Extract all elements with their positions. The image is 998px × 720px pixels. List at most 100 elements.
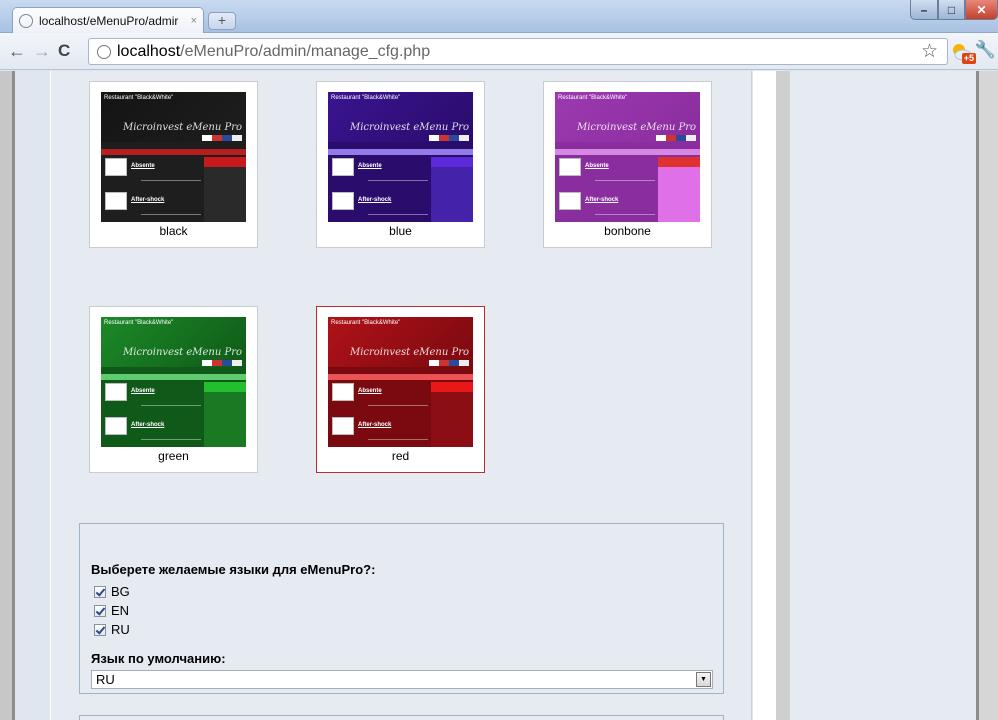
theme-card-green[interactable]: Restaurant "Black&White" Microinvest eMe…: [89, 306, 258, 473]
minimize-button[interactable]: –: [910, 0, 938, 20]
preview-menu-active: [431, 382, 473, 392]
theme-preview-image[interactable]: Restaurant "Black&White" Microinvest eMe…: [555, 92, 700, 222]
default-language-value: RU: [96, 672, 115, 687]
page-info-icon: [97, 44, 111, 59]
theme-card-blue[interactable]: Restaurant "Black&White" Microinvest eMe…: [316, 81, 485, 248]
preview-item-image: [105, 192, 127, 210]
preview-bar: [328, 374, 473, 380]
preview-restaurant-title: Restaurant "Black&White": [331, 320, 401, 326]
preview-item-link: After-shock: [131, 422, 165, 428]
checkbox-bg[interactable]: [94, 585, 106, 598]
side-column: [790, 71, 976, 720]
browser-tab[interactable]: localhost/eMenuPro/admir ×: [12, 7, 204, 33]
checkbox-ru[interactable]: [94, 623, 106, 636]
right-frame: [976, 71, 998, 720]
preview-flags: [202, 360, 242, 366]
theme-card-black[interactable]: Restaurant "Black&White" Microinvest eMe…: [89, 81, 258, 248]
tab-close-icon[interactable]: ×: [191, 15, 197, 27]
preview-brand: Microinvest eMenu Pro: [576, 122, 696, 133]
theme-card-bonbone[interactable]: Restaurant "Black&White" Microinvest eMe…: [543, 81, 712, 248]
theme-preview-image[interactable]: Restaurant "Black&White" Microinvest eMe…: [328, 92, 473, 222]
url-host: localhost: [117, 42, 181, 60]
preview-flags: [656, 135, 696, 141]
preview-menu-active: [204, 382, 246, 392]
theme-name: green: [158, 449, 189, 463]
theme-preview-image[interactable]: Restaurant "Black&White" Microinvest eMe…: [101, 317, 246, 447]
browser-toolbar: ← → C localhost/eMenuPro/admin/manage_cf…: [0, 33, 998, 70]
preview-qty-row: [141, 439, 201, 446]
language-option-en[interactable]: EN: [94, 603, 129, 618]
preview-flags: [202, 135, 242, 141]
theme-preview-image[interactable]: Restaurant "Black&White" Microinvest eMe…: [328, 317, 473, 447]
back-arrow-icon[interactable]: ←: [8, 41, 26, 61]
preview-bar: [101, 374, 246, 380]
url-path: /eMenuPro/admin/manage_cfg.php: [180, 42, 431, 60]
theme-card-red[interactable]: Restaurant "Black&White" Microinvest eMe…: [316, 306, 485, 473]
language-code: RU: [111, 622, 130, 637]
preview-flags: [429, 360, 469, 366]
preview-item-link: Absente: [131, 163, 155, 169]
preview-qty-row: [368, 214, 428, 221]
preview-brand: Microinvest eMenu Pro: [122, 347, 242, 358]
preview-restaurant-title: Restaurant "Black&White": [331, 95, 401, 101]
preview-item-image: [105, 383, 127, 401]
theme-name: black: [159, 224, 188, 238]
left-frame: [0, 71, 15, 720]
wrench-icon[interactable]: 🔧: [975, 40, 996, 60]
languages-label: Выберете желаемые языки для eMenuPro?:: [91, 562, 376, 577]
column-divider: [776, 71, 790, 720]
reload-icon[interactable]: C: [58, 41, 70, 61]
address-bar[interactable]: localhost/eMenuPro/admin/manage_cfg.php: [88, 38, 948, 65]
preview-qty-row: [368, 405, 428, 412]
preview-restaurant-title: Restaurant "Black&White": [104, 95, 174, 101]
preview-brand: Microinvest eMenu Pro: [122, 122, 242, 133]
preview-qty-row: [141, 214, 201, 221]
preview-brand: Microinvest eMenu Pro: [349, 122, 469, 133]
forward-arrow-icon[interactable]: →: [33, 41, 51, 61]
preview-qty-row: [368, 439, 428, 446]
language-option-ru[interactable]: RU: [94, 622, 130, 637]
preview-qty-row: [141, 405, 201, 412]
preview-item-image: [105, 417, 127, 435]
preview-item-link: Absente: [131, 388, 155, 394]
bookmark-star-icon[interactable]: ☆: [921, 40, 938, 63]
new-tab-button[interactable]: +: [208, 12, 236, 30]
language-option-bg[interactable]: BG: [94, 584, 130, 599]
default-language-select[interactable]: RU ▼: [91, 670, 713, 689]
checkbox-en[interactable]: [94, 604, 106, 617]
dropdown-arrow-icon[interactable]: ▼: [696, 672, 711, 687]
preview-qty-row: [595, 214, 655, 221]
preview-qty-row: [595, 180, 655, 187]
preview-item-image: [559, 192, 581, 210]
preview-bar: [555, 149, 700, 155]
preview-item-link: Absente: [358, 163, 382, 169]
preview-qty-row: [368, 180, 428, 187]
preview-brand: Microinvest eMenu Pro: [349, 347, 469, 358]
preview-item-link: After-shock: [358, 197, 392, 203]
preview-flags: [429, 135, 469, 141]
preview-item-image: [332, 417, 354, 435]
preview-item-image: [332, 383, 354, 401]
next-settings-box: [79, 715, 724, 720]
preview-item-link: After-shock: [131, 197, 165, 203]
preview-item-image: [105, 158, 127, 176]
page-favicon-icon: [19, 13, 33, 28]
language-code: EN: [111, 603, 130, 618]
close-window-button[interactable]: ✕: [965, 0, 998, 20]
default-language-label: Язык по умолчанию:: [91, 651, 226, 666]
theme-name: blue: [389, 224, 412, 238]
preview-menu-active: [431, 157, 473, 167]
language-settings-box: Выберете желаемые языки для eMenuPro?: B…: [79, 523, 724, 694]
theme-preview-image[interactable]: Restaurant "Black&White" Microinvest eMe…: [101, 92, 246, 222]
maximize-button[interactable]: □: [938, 0, 965, 20]
browser-titlebar: localhost/eMenuPro/admir × + – □ ✕: [0, 0, 998, 33]
preview-item-link: After-shock: [358, 422, 392, 428]
preview-item-image: [332, 158, 354, 176]
language-code: BG: [111, 584, 130, 599]
preview-bar: [101, 149, 246, 155]
preview-menu-active: [658, 157, 700, 167]
preview-restaurant-title: Restaurant "Black&White": [558, 95, 628, 101]
page-content: Restaurant "Black&White" Microinvest eMe…: [0, 71, 998, 720]
theme-name: red: [391, 449, 410, 463]
preview-item-link: After-shock: [585, 197, 619, 203]
